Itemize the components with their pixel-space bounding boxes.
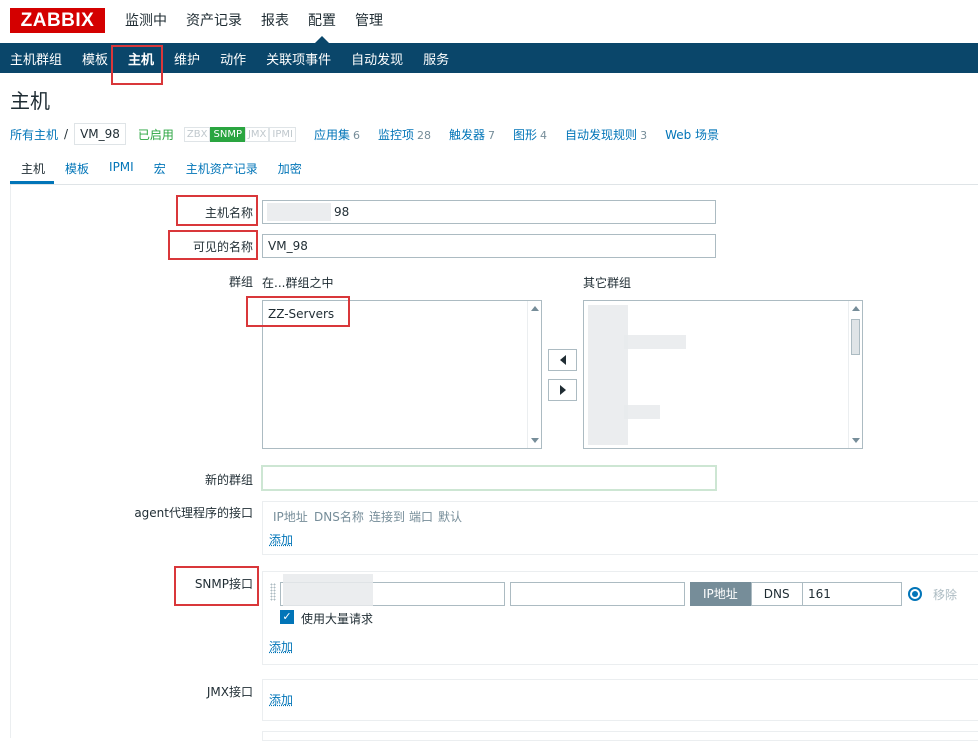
iface-header-ip: IP地址: [273, 508, 308, 525]
agent-interfaces-label: agent代理程序的接口: [134, 504, 253, 521]
tab-host[interactable]: 主机: [10, 157, 54, 184]
drag-handle-icon[interactable]: [270, 583, 276, 601]
sub-menu-host-groups[interactable]: 主机群组: [10, 49, 62, 68]
availability-tags: ZBX SNMP JMX IPMI: [184, 127, 296, 142]
snmp-default-radio[interactable]: [908, 587, 922, 601]
availability-ipmi: IPMI: [269, 127, 296, 142]
availability-snmp: SNMP: [210, 127, 245, 142]
link-applications[interactable]: 应用集 6: [314, 126, 360, 143]
jmx-interfaces-label: JMX接口: [207, 683, 253, 700]
tab-encryption[interactable]: 加密: [267, 157, 311, 184]
group-option[interactable]: ZZ-Servers: [268, 307, 334, 321]
sub-menu-actions[interactable]: 动作: [220, 49, 246, 68]
sub-menu-templates[interactable]: 模板: [82, 49, 108, 68]
breadcrumb-current-host: VM_98: [74, 123, 126, 145]
snmp-interfaces-box: IP地址 DNS 161 移除 ✓ 使用大量请求 添加: [262, 571, 978, 665]
bulk-requests-label: 使用大量请求: [301, 610, 373, 627]
snmp-interfaces-label: SNMP接口: [195, 575, 253, 592]
main-menu-monitoring[interactable]: 监测中: [125, 0, 167, 43]
redacted-group-list: [588, 305, 628, 445]
link-web-scenarios[interactable]: Web 场景: [665, 126, 719, 143]
sub-menu-discovery[interactable]: 自动发现: [351, 49, 403, 68]
iface-header-port: 端口: [409, 508, 433, 525]
link-graphs[interactable]: 图形 4: [513, 126, 547, 143]
scrollbar-thumb[interactable]: [851, 319, 860, 355]
other-groups-listbox[interactable]: [583, 300, 863, 449]
page-title: 主机: [10, 85, 50, 114]
sub-menu-event-correlation[interactable]: 关联项事件: [266, 49, 331, 68]
sub-menu-maintenance[interactable]: 维护: [174, 49, 200, 68]
host-name-label: 主机名称: [205, 204, 253, 221]
zabbix-logo[interactable]: ZABBIX: [10, 8, 105, 33]
tab-inventory[interactable]: 主机资产记录: [175, 157, 267, 184]
snmp-port-input[interactable]: 161: [802, 582, 902, 606]
move-left-button[interactable]: [548, 349, 577, 371]
add-agent-interface-link[interactable]: 添加: [269, 531, 293, 548]
main-menu-reports[interactable]: 报表: [261, 0, 289, 43]
other-groups-label: 其它群组: [583, 274, 631, 291]
visible-name-label: 可见的名称: [193, 238, 253, 255]
add-jmx-interface-link[interactable]: 添加: [269, 691, 293, 708]
redacted-group-item: [624, 405, 660, 419]
availability-jmx: JMX: [245, 127, 269, 142]
move-right-button[interactable]: [548, 379, 577, 401]
iface-header-default: 默认: [438, 508, 462, 525]
link-items[interactable]: 监控项 28: [378, 126, 431, 143]
main-menu-inventory[interactable]: 资产记录: [186, 0, 242, 43]
top-bar: ZABBIX 监测中 资产记录 报表 配置 管理: [0, 0, 978, 43]
snmp-remove-link[interactable]: 移除: [933, 586, 957, 603]
in-groups-label: 在...群组之中: [262, 274, 333, 291]
sub-menu: 主机群组 模板 主机 维护 动作 关联项事件 自动发现 服务: [0, 43, 978, 73]
groups-label: 群组: [229, 273, 253, 290]
connect-dns-button[interactable]: DNS: [751, 582, 803, 606]
arrow-right-icon: [560, 385, 566, 395]
tab-templates[interactable]: 模板: [54, 157, 98, 184]
jmx-interfaces-box: 添加: [262, 679, 978, 721]
redacted-host-name: [267, 203, 331, 221]
tab-ipmi[interactable]: IPMI: [98, 157, 143, 184]
host-breadcrumb: 所有主机 / VM_98 已启用 ZBX SNMP JMX IPMI 应用集 6 …: [10, 123, 719, 145]
redacted-ip: [283, 574, 373, 606]
next-interfaces-box: [262, 731, 978, 741]
tab-macros[interactable]: 宏: [143, 157, 175, 184]
host-form: 主机名称 98 可见的名称 VM_98 群组 在...群组之中 其它群组 ZZ-…: [10, 185, 978, 738]
snmp-connect-to-toggle: IP地址 DNS: [690, 582, 803, 606]
sub-menu-hosts[interactable]: 主机: [128, 49, 154, 68]
bulk-requests-checkbox[interactable]: ✓: [280, 610, 294, 624]
arrow-left-icon: [560, 355, 566, 365]
in-groups-scrollbar[interactable]: [527, 301, 541, 448]
new-group-input[interactable]: [261, 465, 717, 491]
snmp-dns-input[interactable]: [510, 582, 685, 606]
main-menu-administration[interactable]: 管理: [355, 0, 383, 43]
agent-interfaces-box: IP地址 DNS名称 连接到 端口 默认 添加: [262, 501, 978, 555]
iface-header-dns: DNS名称: [314, 508, 364, 525]
add-snmp-interface-link[interactable]: 添加: [269, 638, 293, 655]
host-tabs: 主机 模板 IPMI 宏 主机资产记录 加密: [10, 157, 978, 185]
link-discovery-rules[interactable]: 自动发现规则 3: [565, 126, 647, 143]
host-status-badge[interactable]: 已启用: [138, 126, 174, 143]
visible-name-input[interactable]: VM_98: [262, 234, 716, 258]
new-group-label: 新的群组: [205, 471, 253, 488]
breadcrumb-separator: /: [64, 127, 68, 141]
redacted-group-item: [624, 335, 686, 349]
breadcrumb-all-hosts[interactable]: 所有主机: [10, 126, 58, 143]
connect-ip-button[interactable]: IP地址: [690, 582, 751, 606]
link-triggers[interactable]: 触发器 7: [449, 126, 495, 143]
availability-zbx: ZBX: [184, 127, 211, 142]
iface-header-connect: 连接到: [369, 508, 405, 525]
other-groups-scrollbar[interactable]: [848, 301, 862, 448]
main-menu-configuration[interactable]: 配置: [308, 0, 336, 43]
sub-menu-services[interactable]: 服务: [423, 49, 449, 68]
in-groups-listbox[interactable]: ZZ-Servers: [262, 300, 542, 449]
main-menu: 监测中 资产记录 报表 配置 管理: [125, 0, 402, 43]
